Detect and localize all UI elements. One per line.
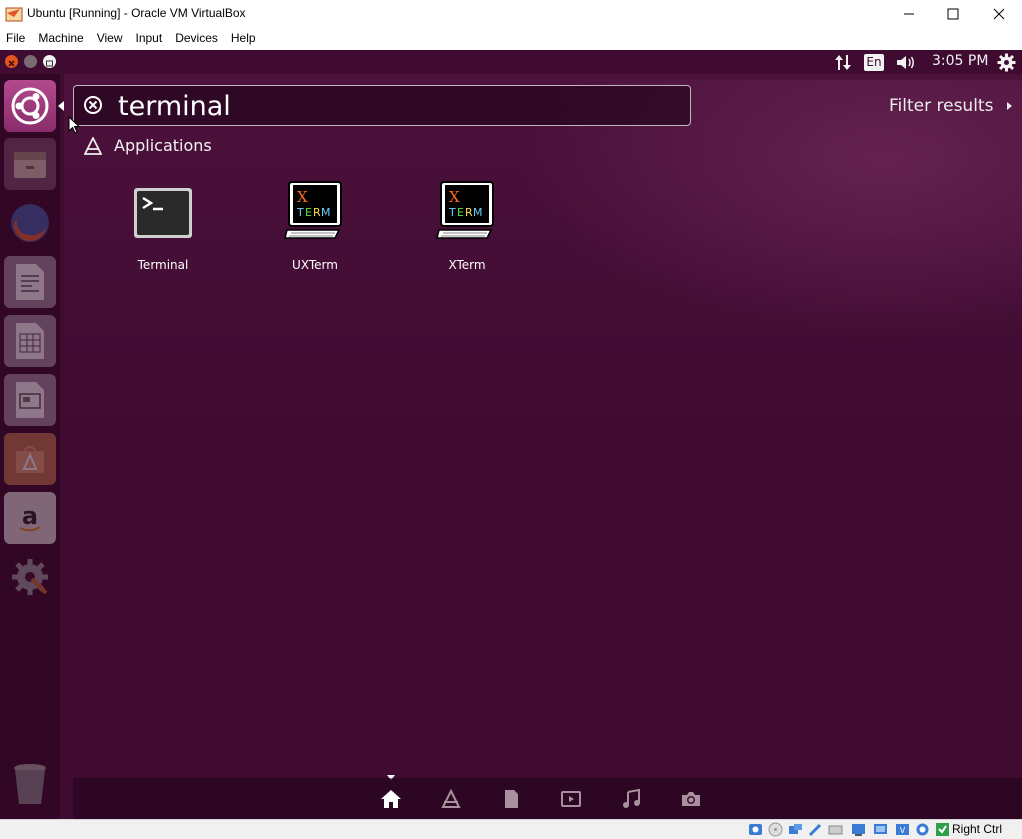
close-icon [993, 8, 1005, 20]
menu-machine[interactable]: Machine [38, 28, 83, 50]
launcher-files[interactable] [4, 138, 56, 190]
home-lens-icon[interactable] [380, 788, 402, 810]
launcher-software-center[interactable] [4, 433, 56, 485]
svg-text:T: T [448, 206, 456, 219]
launcher-system-settings[interactable] [4, 551, 56, 603]
restore-icon [46, 60, 53, 67]
window-menubar: File Machine View Input Devices Help [0, 28, 1022, 50]
category-heading-applications: Applications [114, 136, 212, 155]
result-xterm[interactable]: X T E R M XTerm [412, 178, 522, 272]
cpu-status-icon[interactable] [915, 822, 930, 837]
dash-minimize-button[interactable] [24, 55, 37, 68]
result-xterm-label: XTerm [448, 258, 486, 272]
expand-arrow-icon [1006, 102, 1012, 110]
video-capture-status-icon[interactable]: V [895, 822, 910, 837]
usb-status-icon[interactable] [828, 822, 843, 837]
launcher-dash-button[interactable] [4, 80, 56, 132]
svg-text:T: T [296, 206, 304, 219]
firefox-icon [11, 204, 49, 242]
minimize-icon [904, 13, 914, 15]
dash-search-input[interactable] [116, 88, 680, 124]
svg-text:a: a [22, 502, 38, 530]
system-settings-icon [12, 559, 48, 595]
dash-close-button[interactable] [5, 55, 18, 68]
keyboard-layout-indicator[interactable]: En [864, 54, 884, 71]
applications-lens-icon[interactable] [440, 788, 462, 810]
network-updown-icon[interactable] [834, 54, 852, 71]
maximize-button[interactable] [930, 0, 976, 28]
virtualbox-app-icon [5, 7, 23, 22]
menu-help[interactable]: Help [231, 28, 256, 50]
launcher-firefox[interactable] [4, 197, 56, 249]
window-title: Ubuntu [Running] - Oracle VM VirtualBox [27, 6, 246, 20]
launcher-amazon[interactable]: a [4, 492, 56, 544]
result-terminal[interactable]: Terminal [108, 178, 218, 272]
software-center-icon [16, 446, 44, 473]
writer-icon [16, 264, 44, 300]
system-gear-icon[interactable] [997, 53, 1016, 72]
dash-search-box [73, 85, 691, 126]
xterm-icon: X T E R M [284, 181, 342, 239]
close-button[interactable] [976, 0, 1022, 28]
svg-text:M: M [321, 206, 331, 219]
launcher-writer[interactable] [4, 256, 56, 308]
launcher-trash[interactable] [4, 758, 56, 810]
svg-text:X: X [449, 188, 460, 206]
svg-text:R: R [313, 206, 321, 219]
files-lens-icon[interactable] [500, 788, 522, 810]
host-key-label[interactable]: Right Ctrl [952, 822, 1002, 836]
window-titlebar: Ubuntu [Running] - Oracle VM VirtualBox [0, 0, 1022, 28]
result-uxterm[interactable]: X T E R M UXTerm [260, 178, 370, 272]
launcher-impress[interactable] [4, 374, 56, 426]
music-lens-icon[interactable] [620, 788, 642, 810]
panel-clock[interactable]: 3:05 PM [932, 53, 988, 69]
menu-input[interactable]: Input [136, 28, 163, 50]
result-terminal-label: Terminal [137, 258, 189, 272]
svg-text:M: M [473, 206, 483, 219]
network-status-icon[interactable] [808, 822, 823, 837]
calc-icon [16, 323, 44, 359]
xterm-icon: X T E R M [436, 181, 494, 239]
menu-file[interactable]: File [6, 28, 25, 50]
audio-status-icon[interactable] [788, 822, 803, 837]
vm-statusbar: V Right Ctrl [0, 819, 1022, 839]
svg-text:E: E [305, 206, 312, 219]
trash-icon [14, 764, 46, 804]
menu-devices[interactable]: Devices [175, 28, 218, 50]
clear-search-icon[interactable] [83, 95, 103, 115]
volume-icon[interactable] [896, 54, 916, 71]
close-icon [8, 60, 15, 67]
launcher-calc[interactable] [4, 315, 56, 367]
menu-view[interactable]: View [97, 28, 123, 50]
optical-drive-status-icon[interactable] [768, 822, 783, 837]
mouse-cursor-icon [68, 116, 80, 134]
files-icon [14, 152, 46, 178]
applications-category-icon [84, 137, 102, 155]
display-status-icon[interactable] [873, 822, 888, 837]
lens-bar [73, 778, 1022, 819]
svg-text:R: R [465, 206, 473, 219]
launcher: a [0, 74, 64, 819]
ubuntu-dash-icon [11, 87, 49, 125]
amazon-icon: a [19, 502, 41, 532]
top-panel: En 3:05 PM [0, 50, 1022, 74]
dash-maximize-button[interactable] [43, 55, 56, 68]
mouse-integration-status-icon[interactable] [935, 822, 950, 837]
video-lens-icon[interactable] [560, 788, 582, 810]
shared-folders-status-icon[interactable] [851, 822, 866, 837]
minimize-button[interactable] [886, 0, 932, 28]
filter-results-button[interactable]: Filter results [889, 96, 1013, 116]
maximize-icon [947, 8, 959, 20]
vm-screen[interactable]: En 3:05 PM a terminal Filter results App… [0, 50, 1022, 819]
impress-icon [16, 382, 44, 418]
svg-text:X: X [297, 188, 308, 206]
svg-text:E: E [457, 206, 464, 219]
launcher-active-arrow-icon [58, 101, 64, 111]
terminal-icon [134, 188, 192, 238]
result-uxterm-label: UXTerm [292, 258, 338, 272]
svg-text:V: V [900, 826, 906, 835]
photos-lens-icon[interactable] [680, 788, 702, 810]
hard-disk-status-icon[interactable] [748, 822, 763, 837]
filter-results-label: Filter results [889, 96, 994, 116]
